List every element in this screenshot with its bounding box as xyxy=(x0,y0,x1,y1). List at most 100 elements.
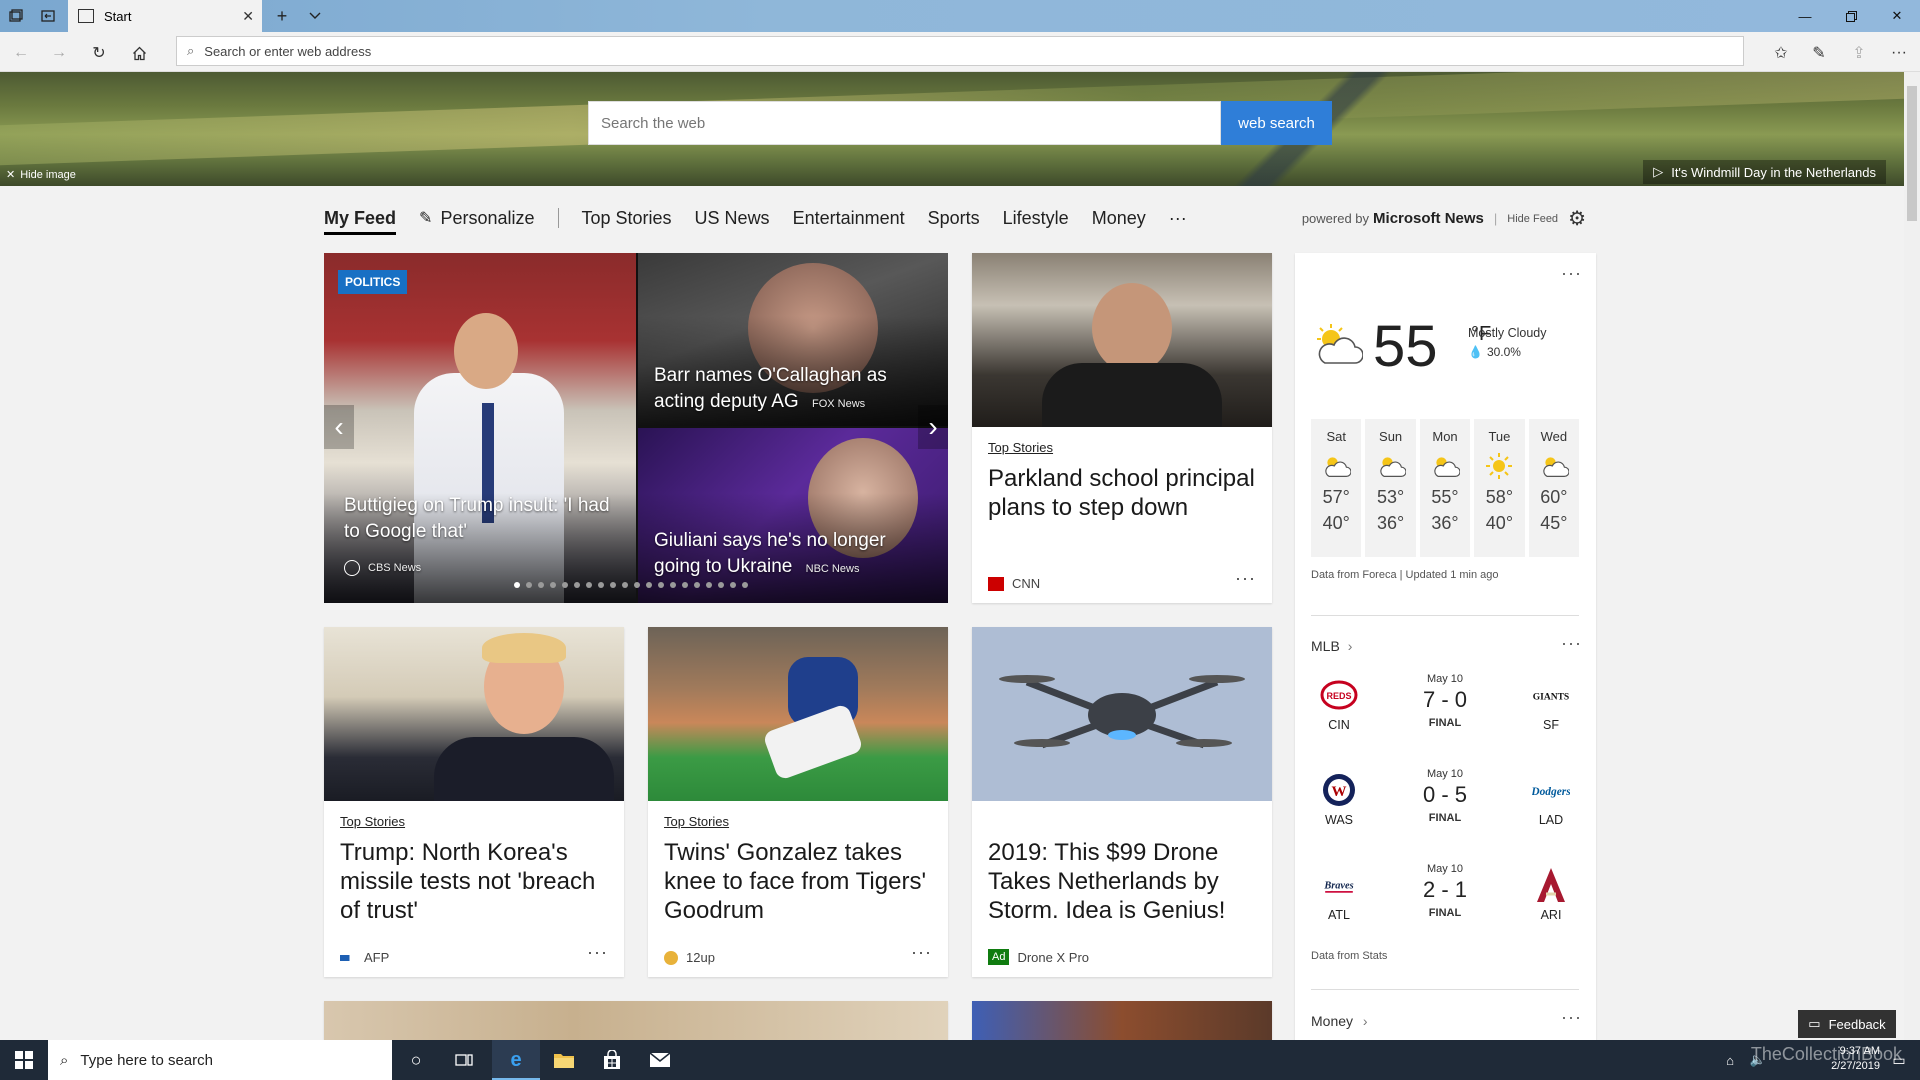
tab-money[interactable]: Money xyxy=(1092,208,1146,229)
more-options-icon[interactable]: ··· xyxy=(1561,1007,1582,1028)
forward-icon[interactable]: → xyxy=(48,42,70,64)
notifications-icon[interactable]: ▭ xyxy=(1882,1040,1916,1080)
back-icon[interactable]: ← xyxy=(10,42,32,64)
windows-start-icon[interactable] xyxy=(0,1040,48,1080)
game-row[interactable]: Braves ATL May 10 2 - 1 FINAL ARI xyxy=(1311,863,1579,933)
pager-dot[interactable] xyxy=(706,582,712,588)
more-options-icon[interactable]: ··· xyxy=(1561,263,1582,284)
card-category[interactable]: Top Stories xyxy=(664,814,729,829)
address-bar[interactable]: ⌕ Search or enter web address xyxy=(176,36,1744,66)
forecast-day[interactable]: Tue 58° 40° xyxy=(1474,419,1525,557)
pager-dot[interactable] xyxy=(634,582,640,588)
tab-entertainment[interactable]: Entertainment xyxy=(793,208,905,229)
tab-start[interactable]: Start ✕ xyxy=(68,0,262,32)
carousel-prev-icon[interactable]: ‹ xyxy=(324,405,354,449)
pager-dot[interactable] xyxy=(514,582,520,588)
card-headline[interactable]: 2019: This $99 Drone Takes Netherlands b… xyxy=(988,838,1256,925)
pager-dot[interactable] xyxy=(670,582,676,588)
carousel-main-story[interactable]: POLITICS Buttigieg on Trump insult: 'I h… xyxy=(324,253,636,603)
more-options-icon[interactable]: ··· xyxy=(1235,568,1256,589)
game-row[interactable]: REDS CIN May 10 7 - 0 FINAL GIANTS SF xyxy=(1311,673,1579,743)
mail-icon[interactable] xyxy=(636,1040,684,1080)
store-icon[interactable] xyxy=(588,1040,636,1080)
hide-image-button[interactable]: ✕ Hide image xyxy=(6,168,76,182)
more-options-icon[interactable]: ··· xyxy=(1561,633,1582,654)
pen-icon[interactable]: ✎ xyxy=(1808,42,1830,64)
tab-top-stories[interactable]: Top Stories xyxy=(582,208,672,229)
card-category[interactable]: Top Stories xyxy=(988,440,1053,455)
pager-dot[interactable] xyxy=(562,582,568,588)
pager-dot[interactable] xyxy=(682,582,688,588)
share-icon[interactable]: ⇪ xyxy=(1848,42,1870,64)
ad-card[interactable]: 2019: This $99 Drone Takes Netherlands b… xyxy=(972,627,1272,977)
forecast-day[interactable]: Wed 60° 45° xyxy=(1528,419,1580,557)
taskbar-search[interactable]: ⌕ Type here to search xyxy=(48,1040,392,1080)
image-caption[interactable]: ▷ It's Windmill Day in the Netherlands xyxy=(1643,160,1886,184)
pager-dot[interactable] xyxy=(718,582,724,588)
set-tabs-aside-icon[interactable] xyxy=(38,6,58,26)
card-headline[interactable]: Parkland school principal plans to step … xyxy=(988,464,1256,522)
news-card[interactable]: Top Stories Trump: North Korea's missile… xyxy=(324,627,624,977)
top-stories-carousel[interactable]: POLITICS Buttigieg on Trump insult: 'I h… xyxy=(324,253,948,603)
scrollbar-thumb[interactable] xyxy=(1907,86,1917,221)
cortana-icon[interactable]: ○ xyxy=(392,1040,440,1080)
news-card[interactable]: Top Stories Parkland school principal pl… xyxy=(972,253,1272,603)
pager-dot[interactable] xyxy=(538,582,544,588)
gear-icon[interactable]: ⚙ xyxy=(1568,206,1586,231)
pager-dot[interactable] xyxy=(598,582,604,588)
more-tabs-button[interactable]: ··· xyxy=(1169,208,1187,229)
task-view-icon[interactable] xyxy=(440,1040,488,1080)
pager-dot[interactable] xyxy=(646,582,652,588)
pager-dot[interactable] xyxy=(694,582,700,588)
card-category[interactable]: Top Stories xyxy=(340,814,405,829)
game-row[interactable]: W WAS May 10 0 - 5 FINAL Dodgers LAD xyxy=(1311,768,1579,838)
carousel-next-icon[interactable]: › xyxy=(918,405,948,449)
file-explorer-icon[interactable] xyxy=(540,1040,588,1080)
pager-dot[interactable] xyxy=(622,582,628,588)
tab-actions-icon[interactable] xyxy=(6,6,26,26)
edge-browser-icon[interactable]: e xyxy=(492,1040,540,1080)
refresh-icon[interactable]: ↻ xyxy=(88,42,110,64)
news-card[interactable] xyxy=(324,1001,948,1040)
favorites-icon[interactable]: ✩ xyxy=(1770,42,1792,64)
system-clock[interactable]: 9:37 AM 2/27/2019 xyxy=(1831,1044,1880,1074)
home-icon[interactable] xyxy=(128,42,150,64)
restore-icon[interactable] xyxy=(1828,0,1874,32)
pager-dot[interactable] xyxy=(610,582,616,588)
forecast-day[interactable]: Sat 57° 40° xyxy=(1311,419,1362,557)
more-options-icon[interactable]: ··· xyxy=(587,942,608,963)
pager-dot[interactable] xyxy=(730,582,736,588)
card-headline[interactable]: Twins' Gonzalez takes knee to face from … xyxy=(664,838,932,925)
tab-sports[interactable]: Sports xyxy=(928,208,980,229)
close-window-icon[interactable]: ✕ xyxy=(1874,0,1920,32)
news-card[interactable]: Top Stories Twins' Gonzalez takes knee t… xyxy=(648,627,948,977)
news-card[interactable] xyxy=(972,1001,1272,1040)
chevron-down-icon[interactable] xyxy=(305,6,325,26)
tab-lifestyle[interactable]: Lifestyle xyxy=(1003,208,1069,229)
web-search-input[interactable]: Search the web xyxy=(588,101,1221,145)
pager-dot[interactable] xyxy=(658,582,664,588)
pager-dot[interactable] xyxy=(586,582,592,588)
pager-dot[interactable] xyxy=(526,582,532,588)
tab-personalize[interactable]: Personalize xyxy=(440,208,534,229)
tab-us-news[interactable]: US News xyxy=(695,208,770,229)
web-search-button[interactable]: web search xyxy=(1221,101,1332,145)
forecast-day[interactable]: Sun 53° 36° xyxy=(1365,419,1416,557)
pager-dot[interactable] xyxy=(550,582,556,588)
forecast-day[interactable]: Mon 55° 36° xyxy=(1419,419,1471,557)
feedback-button[interactable]: ▭ Feedback xyxy=(1798,1010,1896,1038)
close-tab-icon[interactable]: ✕ xyxy=(242,8,254,25)
new-tab-icon[interactable]: + xyxy=(272,6,292,26)
pager-dot[interactable] xyxy=(574,582,580,588)
mlb-header[interactable]: MLB › xyxy=(1311,638,1352,654)
minimize-icon[interactable]: — xyxy=(1782,0,1828,32)
card-headline[interactable]: Trump: North Korea's missile tests not '… xyxy=(340,838,608,925)
carousel-top-story[interactable]: Barr names O'Callaghan as acting deputy … xyxy=(638,253,948,426)
network-icon[interactable]: ⌂ xyxy=(1716,1040,1744,1080)
pager-dot[interactable] xyxy=(742,582,748,588)
money-header[interactable]: Money › xyxy=(1311,1013,1368,1029)
carousel-bottom-story[interactable]: Giuliani says he's no longer going to Uk… xyxy=(638,428,948,603)
tab-my-feed[interactable]: My Feed xyxy=(324,208,397,235)
more-options-icon[interactable]: ··· xyxy=(911,942,932,963)
more-icon[interactable]: ··· xyxy=(1888,42,1910,64)
